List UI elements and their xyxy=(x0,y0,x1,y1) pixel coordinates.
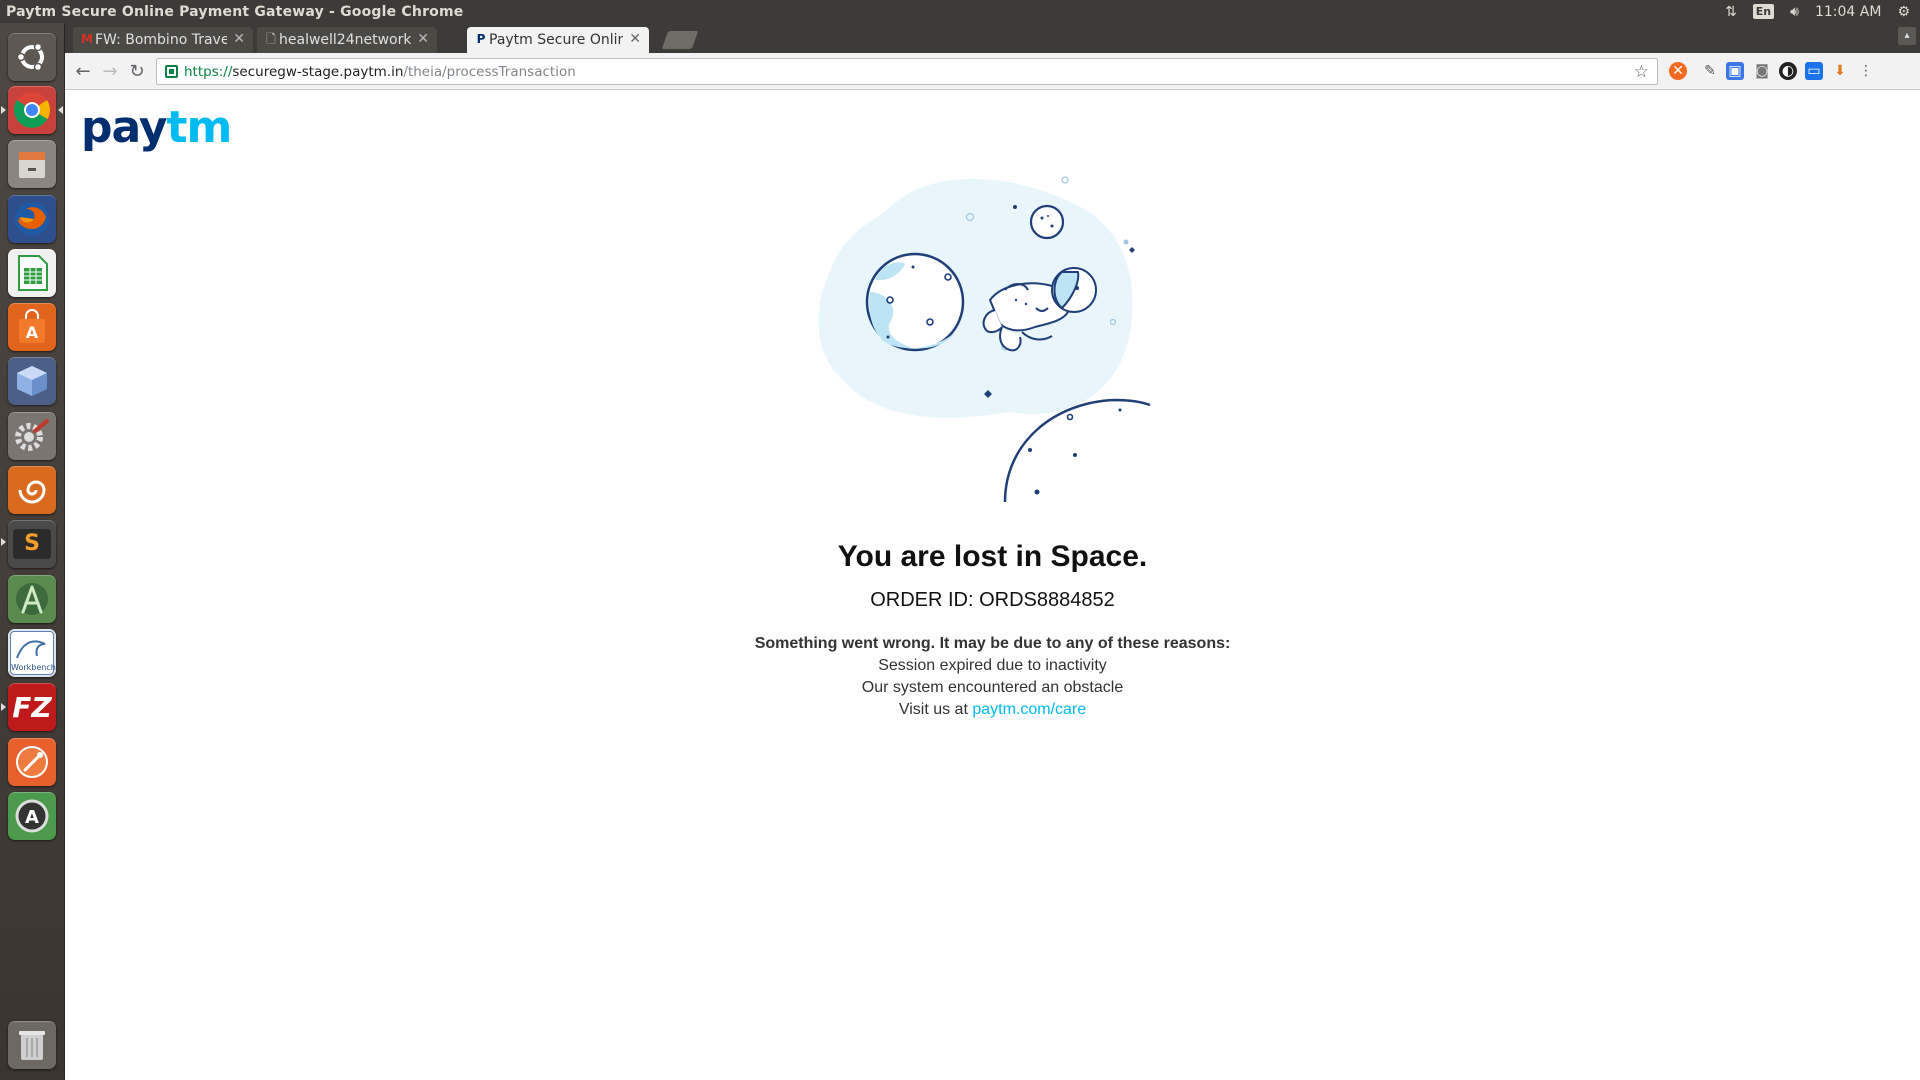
focused-indicator xyxy=(58,106,63,114)
url-path: /theia/processTransaction xyxy=(403,63,576,80)
window-title: Paytm Secure Online Payment Gateway - Go… xyxy=(6,3,464,20)
paytm-icon: P xyxy=(476,32,486,46)
filezilla-label: FZ xyxy=(12,690,52,724)
url-scheme: https:// xyxy=(184,63,233,80)
star-dot xyxy=(1123,239,1129,245)
reason-item: Our system encountered an obstacle xyxy=(861,679,1124,696)
workbench-icon[interactable]: Workbench xyxy=(8,629,56,677)
updater-icon[interactable]: A xyxy=(8,792,56,840)
postman-icon[interactable] xyxy=(8,738,56,786)
tab-gmail[interactable]: M FW: Bombino Trave ✕ xyxy=(73,27,253,53)
browser-window: M FW: Bombino Trave ✕ 🗋︎ healwell24netwo… xyxy=(65,23,1920,1080)
window-menu-button[interactable]: ▴ xyxy=(1898,27,1916,45)
close-icon[interactable]: ✕ xyxy=(233,32,245,46)
gear-icon[interactable]: ⚙ xyxy=(1897,4,1910,20)
keyboard-layout-indicator[interactable]: En xyxy=(1752,4,1775,19)
tab-paytm[interactable]: P Paytm Secure Onlin ✕ xyxy=(467,27,649,53)
android-studio-icon[interactable] xyxy=(8,575,56,623)
file-cabinet-icon[interactable] xyxy=(8,140,56,188)
logo-part-pay: pay xyxy=(81,102,168,153)
settings-icon[interactable] xyxy=(8,412,56,460)
camera-icon[interactable]: ◙ xyxy=(1753,62,1771,80)
firefox-icon[interactable] xyxy=(8,195,56,243)
chrome-icon[interactable] xyxy=(8,86,56,134)
sublime-label: S xyxy=(13,529,51,559)
reason-item: Session expired due to inactivity xyxy=(878,657,1107,674)
sublime-icon[interactable]: S xyxy=(8,520,56,568)
shopping-bag-icon[interactable]: A xyxy=(8,303,56,351)
sparkle-icon xyxy=(1129,247,1135,253)
running-indicator xyxy=(1,106,6,114)
extension-window-icon[interactable]: ▣ xyxy=(1726,62,1744,80)
network-icon[interactable]: ⇅ xyxy=(1725,4,1737,20)
order-id: ORDER ID: ORDS8884852 xyxy=(870,589,1115,611)
ubuntu-icon[interactable] xyxy=(8,33,56,81)
tab-title: FW: Bombino Trave xyxy=(95,32,227,48)
error-reasons: Something went wrong. It may be due to a… xyxy=(65,633,1920,721)
volume-icon[interactable]: 🔊︎ xyxy=(1790,4,1799,20)
forward-arrow-icon[interactable]: → xyxy=(99,61,121,83)
document-icon: 🗋︎ xyxy=(266,32,276,46)
launcher: A S Workbench FZ A xyxy=(0,23,65,1080)
chrome-menu-icon[interactable]: ⋮ xyxy=(1857,62,1875,80)
extension-circle-icon[interactable]: ◐ xyxy=(1779,62,1797,80)
address-bar[interactable]: https://securegw-stage.paytm.in/theia/pr… xyxy=(156,58,1658,85)
reload-icon[interactable]: ↻ xyxy=(126,61,148,83)
planet-icon xyxy=(865,252,965,352)
running-indicator xyxy=(1,703,6,711)
paytm-logo[interactable]: paytm xyxy=(81,106,232,150)
swirl-icon[interactable] xyxy=(8,466,56,514)
care-link[interactable]: paytm.com/care xyxy=(972,701,1086,718)
tab-title: Paytm Secure Onlin xyxy=(489,32,623,48)
browser-toolbar: ← → ↻ https://securegw-stage.paytm.in/th… xyxy=(65,53,1920,90)
clock[interactable]: 11:04 AM xyxy=(1815,4,1881,20)
reasons-title: Something went wrong. It may be due to a… xyxy=(754,635,1231,652)
lost-in-space-illustration xyxy=(818,176,1151,502)
cube-icon[interactable] xyxy=(8,357,56,405)
trash-icon[interactable] xyxy=(8,1021,56,1069)
svg-text:A: A xyxy=(26,323,39,342)
spreadsheet-icon[interactable] xyxy=(8,249,56,297)
screen-share-icon[interactable]: ▭ xyxy=(1805,62,1823,80)
back-arrow-icon[interactable]: ← xyxy=(72,61,94,83)
workbench-label: Workbench xyxy=(11,663,56,672)
close-icon[interactable]: ✕ xyxy=(629,32,641,46)
error-headline: You are lost in Space. xyxy=(837,540,1148,573)
system-top-panel: Paytm Secure Online Payment Gateway - Go… xyxy=(0,0,1920,23)
lock-icon xyxy=(165,65,178,78)
url-host: securegw-stage.paytm.in xyxy=(232,63,404,80)
svg-text:A: A xyxy=(25,807,39,828)
gmail-icon: M xyxy=(81,32,93,46)
star-dot xyxy=(1013,205,1017,209)
close-icon[interactable]: ✕ xyxy=(417,32,429,46)
new-tab-button[interactable] xyxy=(661,31,699,49)
system-indicators: ⇅ En 🔊︎ 11:04 AM ⚙ xyxy=(1725,4,1920,20)
extension-close-icon[interactable]: ✕ xyxy=(1669,62,1687,80)
logo-part-tm: tm xyxy=(166,102,233,153)
eyedropper-icon[interactable]: ✎ xyxy=(1701,62,1719,80)
star-dot xyxy=(1061,176,1069,184)
download-icon[interactable]: ⬇ xyxy=(1831,62,1849,80)
page-content: paytm You are lost in Space. ORDER ID: O… xyxy=(65,90,1920,1080)
large-planet-arc xyxy=(1003,398,1151,502)
tab-title: healwell24network xyxy=(279,32,411,48)
tab-strip: M FW: Bombino Trave ✕ 🗋︎ healwell24netwo… xyxy=(65,23,1920,53)
visit-prefix: Visit us at xyxy=(898,701,973,718)
moon-icon xyxy=(1029,204,1065,240)
bookmark-star-icon[interactable]: ☆ xyxy=(1634,62,1649,82)
filezilla-icon[interactable]: FZ xyxy=(8,683,56,731)
tab-healwell[interactable]: 🗋︎ healwell24network ✕ xyxy=(257,27,437,53)
visit-line: Visit us at paytm.com/care xyxy=(65,699,1920,721)
running-indicator xyxy=(1,538,6,546)
